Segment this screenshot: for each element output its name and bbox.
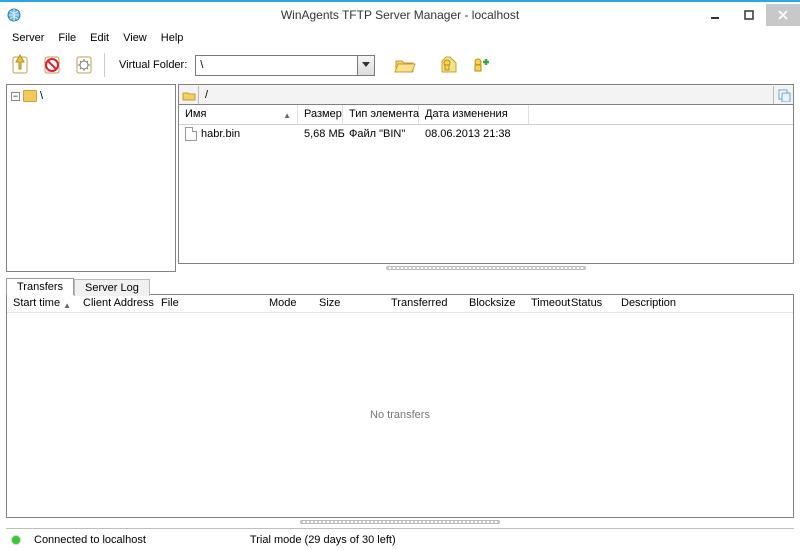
menu-help[interactable]: Help — [155, 30, 190, 46]
folder-tree[interactable]: − \ — [6, 84, 176, 272]
tb-security-icon[interactable] — [435, 51, 463, 79]
file-date: 08.06.2013 21:38 — [419, 128, 529, 140]
toolbar-separator — [104, 53, 109, 77]
file-list-header: Имя▲ Размер Тип элемента Дата изменения — [179, 105, 793, 125]
tree-root-label: \ — [40, 90, 43, 102]
file-list[interactable]: Имя▲ Размер Тип элемента Дата изменения … — [178, 104, 794, 264]
tcol-size[interactable]: Size — [313, 295, 385, 312]
transfers-header: Start time▲ Client Address File Mode Siz… — [7, 295, 793, 313]
tb-disconnect-icon[interactable] — [38, 51, 66, 79]
virtual-folder-combo[interactable]: \ — [195, 55, 375, 76]
menu-bar: Server File Edit View Help — [0, 28, 800, 48]
tcol-xfer[interactable]: Transferred — [385, 295, 463, 312]
toolbar: Virtual Folder: \ — [0, 48, 800, 82]
menu-edit[interactable]: Edit — [84, 30, 115, 46]
minimize-button[interactable] — [698, 4, 732, 26]
tab-server-log[interactable]: Server Log — [74, 279, 150, 296]
chevron-down-icon[interactable] — [357, 56, 374, 75]
col-name[interactable]: Имя▲ — [179, 105, 298, 124]
menu-view[interactable]: View — [117, 30, 153, 46]
window-title: WinAgents TFTP Server Manager - localhos… — [0, 8, 800, 22]
tree-root[interactable]: − \ — [11, 87, 171, 105]
bottom-splitter[interactable] — [0, 518, 800, 526]
virtual-folder-value: \ — [196, 59, 357, 71]
virtual-folder-label: Virtual Folder: — [119, 59, 187, 71]
tree-collapse-icon[interactable]: − — [11, 92, 20, 101]
folder-icon — [23, 90, 37, 102]
horizontal-splitter[interactable] — [178, 264, 794, 272]
file-type: Файл "BIN" — [343, 128, 419, 140]
sort-asc-icon: ▲ — [63, 301, 71, 310]
tcol-file[interactable]: File — [155, 295, 263, 312]
tcol-timeout[interactable]: Timeout — [525, 295, 565, 312]
tcol-desc[interactable]: Description — [615, 295, 793, 312]
file-name: habr.bin — [201, 128, 240, 140]
col-type[interactable]: Тип элемента — [343, 105, 419, 124]
tcol-block[interactable]: Blocksize — [463, 295, 525, 312]
tcol-start[interactable]: Start time▲ — [7, 295, 77, 312]
path-text: / — [199, 89, 773, 101]
file-size: 5,68 МБ — [298, 128, 343, 140]
transfers-panel: Start time▲ Client Address File Mode Siz… — [6, 294, 794, 518]
tb-add-user-icon[interactable] — [467, 51, 495, 79]
transfers-empty: No transfers — [7, 313, 793, 517]
tcol-client[interactable]: Client Address — [77, 295, 155, 312]
main-split: − \ / Имя▲ Размер Тип элемента Дата изме… — [0, 82, 800, 274]
tb-settings-icon[interactable] — [70, 51, 98, 79]
file-row[interactable]: habr.bin 5,68 МБ Файл "BIN" 08.06.2013 2… — [179, 125, 793, 143]
tcol-status[interactable]: Status — [565, 295, 615, 312]
menu-server[interactable]: Server — [6, 30, 50, 46]
app-icon — [6, 7, 22, 23]
tcol-mode[interactable]: Mode — [263, 295, 313, 312]
connection-status: Connected to localhost — [26, 534, 154, 546]
copy-path-icon[interactable] — [773, 86, 793, 104]
trial-status: Trial mode (29 days of 30 left) — [242, 534, 404, 546]
up-folder-button[interactable] — [179, 86, 199, 104]
status-bar: Connected to localhost Trial mode (29 da… — [6, 528, 794, 550]
file-pane: / Имя▲ Размер Тип элемента Дата изменени… — [178, 84, 794, 272]
tb-open-folder-icon[interactable] — [391, 51, 419, 79]
menu-file[interactable]: File — [52, 30, 82, 46]
sort-asc-icon: ▲ — [283, 111, 291, 120]
title-bar: WinAgents TFTP Server Manager - localhos… — [0, 0, 800, 28]
col-size[interactable]: Размер — [298, 105, 343, 124]
maximize-button[interactable] — [732, 4, 766, 26]
path-bar: / — [178, 84, 794, 104]
tb-connect-icon[interactable] — [6, 51, 34, 79]
connection-led-icon — [12, 536, 20, 544]
close-button[interactable] — [766, 4, 800, 26]
tab-transfers[interactable]: Transfers — [6, 278, 74, 295]
window-controls — [698, 4, 800, 26]
file-icon — [185, 127, 197, 141]
col-date[interactable]: Дата изменения — [419, 105, 529, 124]
bottom-tabs: Transfers Server Log — [0, 274, 800, 294]
